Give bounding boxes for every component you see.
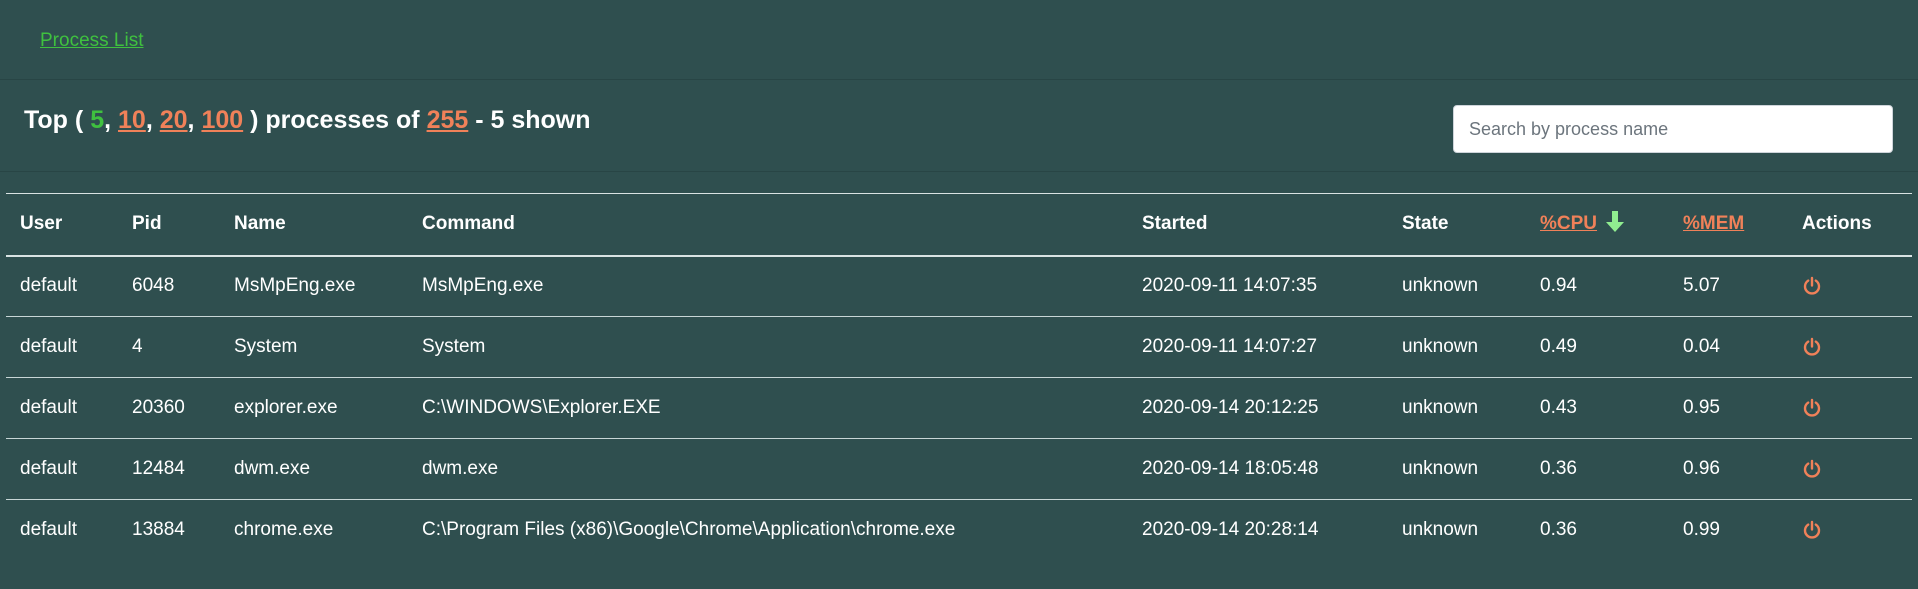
cell-cpu: 0.49 [1540,336,1577,357]
table-row: default 6048 MsMpEng.exe MsMpEng.exe 2020-09… [6,256,1912,317]
header-actions: Actions [1802,213,1872,235]
cell-user: default [20,519,78,541]
cell-state: unknown [1402,458,1479,479]
cell-actions [1788,317,1912,378]
table-header-row: User Pid Name Command Started State %CPU… [6,193,1912,256]
sort-cpu-link[interactable]: %CPU [1540,213,1597,234]
heading-separator: , [187,106,202,134]
table-row: default 13884 chrome.exe C:\Program Files (… [6,500,1912,561]
process-list-link[interactable]: Process List [40,30,143,52]
cell-state: unknown [1402,397,1479,418]
cell-mem: 0.04 [1683,336,1720,357]
cell-started: 2020-09-14 20:28:14 [1142,519,1319,541]
header-pid: Pid [132,213,162,235]
cell-user: default [20,336,78,357]
top-count-20-link[interactable]: 20 [160,106,188,134]
cell-state: unknown [1402,336,1479,357]
process-monitor-page: Process List Top ( 5, 10, 20, 100 ) proc… [0,0,1918,589]
heading-separator: , [145,106,160,134]
cell-command: C:\WINDOWS\Explorer.EXE [422,397,661,418]
cell-actions [1788,256,1912,317]
cell-name: chrome.exe [234,519,334,541]
cell-started: 2020-09-14 18:05:48 [1142,458,1319,479]
cell-cpu: 0.94 [1540,275,1577,297]
cell-state: unknown [1402,275,1479,297]
header-name: Name [234,213,286,235]
cell-started: 2020-09-11 14:07:27 [1142,336,1318,357]
cell-name: System [234,336,298,357]
cell-mem: 0.96 [1683,458,1720,479]
cell-pid: 20360 [132,397,185,418]
cell-actions [1788,378,1912,439]
arrow-down-icon [1606,211,1625,233]
table-row: default 12484 dwm.exe dwm.exe 2020-09-14 18:… [6,439,1912,500]
cell-mem: 0.99 [1683,519,1720,541]
cell-command: System [422,336,486,357]
cell-user: default [20,458,78,479]
cell-started: 2020-09-11 14:07:35 [1142,275,1318,297]
cell-state: unknown [1402,519,1479,541]
process-table: User Pid Name Command Started State %CPU… [6,193,1912,561]
process-count-heading: Top ( 5, 10, 20, 100 ) processes of 255 … [24,106,591,135]
cell-started: 2020-09-14 20:12:25 [1142,397,1319,418]
header-user: User [20,213,63,235]
header-command: Command [422,213,515,235]
top-count-10-link[interactable]: 10 [118,106,146,134]
heading-suffix: - 5 shown [468,106,591,134]
table-row: default 20360 explorer.exe C:\WINDOWS\Explo… [6,378,1912,439]
heading-prefix: Top ( [24,106,91,134]
power-icon[interactable] [1802,276,1822,296]
heading-separator: , [104,106,118,134]
cell-command: C:\Program Files (x86)\Google\Chrome\App… [422,519,956,541]
top-nav-bar: Process List [0,0,1918,80]
header-cpu: %CPU [1526,194,1669,256]
header-mem: %MEM [1669,194,1788,256]
power-icon[interactable] [1802,520,1822,540]
power-icon[interactable] [1802,459,1822,479]
top-count-5-active: 5 [90,106,105,134]
cell-mem: 0.95 [1683,397,1720,418]
cell-pid: 12484 [132,458,185,479]
heading-middle: ) processes of [243,106,427,134]
cell-pid: 4 [132,336,143,357]
cell-user: default [20,275,78,297]
cell-actions [1788,500,1912,561]
cell-name: MsMpEng.exe [234,275,356,297]
cell-actions [1788,439,1912,500]
power-icon[interactable] [1802,398,1822,418]
total-processes-link[interactable]: 255 [427,106,469,134]
cell-cpu: 0.43 [1540,397,1577,418]
header-state: State [1402,213,1449,235]
power-icon[interactable] [1802,337,1822,357]
cell-user: default [20,397,78,418]
header-started: Started [1142,213,1208,235]
cell-name: dwm.exe [234,458,311,479]
table-row: default 4 System System 2020-09-11 14:07:27 u… [6,317,1912,378]
cell-cpu: 0.36 [1540,519,1577,541]
cell-pid: 6048 [132,275,175,297]
cell-name: explorer.exe [234,397,338,418]
cell-command: dwm.exe [422,458,499,479]
cell-mem: 5.07 [1683,275,1720,297]
top-count-100-link[interactable]: 100 [201,106,243,134]
sort-mem-link[interactable]: %MEM [1683,213,1744,234]
process-search-input[interactable] [1453,105,1893,153]
cell-cpu: 0.36 [1540,458,1577,479]
cell-pid: 13884 [132,519,185,541]
cell-command: MsMpEng.exe [422,275,544,297]
